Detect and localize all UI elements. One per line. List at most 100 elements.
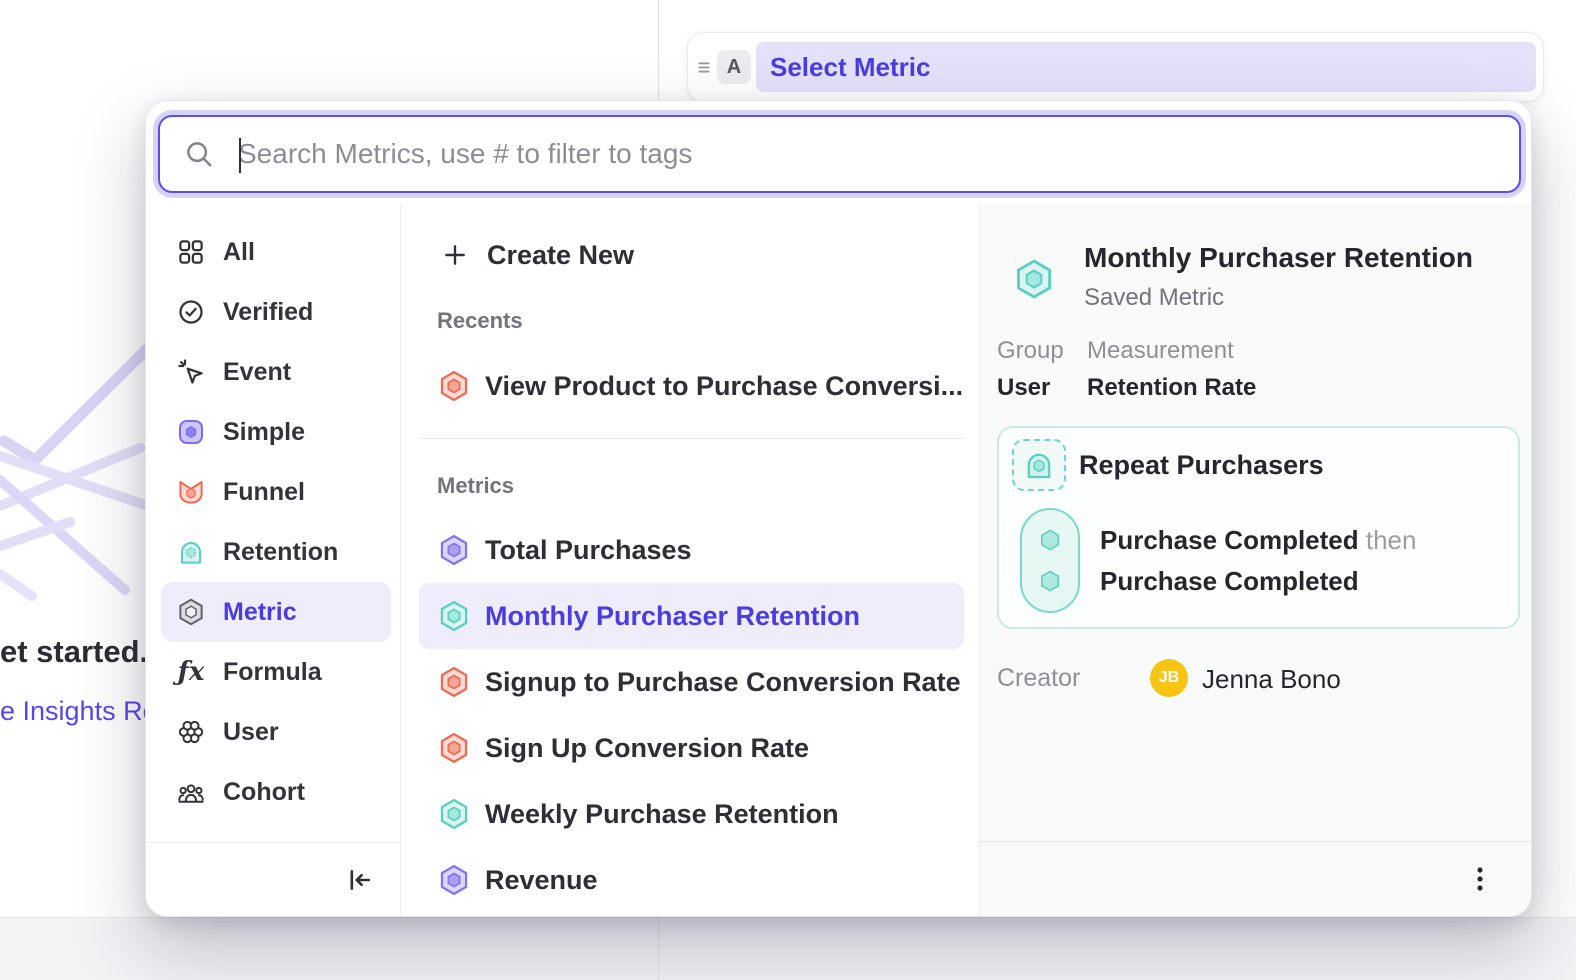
metric-item-total-purchases[interactable]: Total Purchases <box>419 517 964 583</box>
simple-metric-hexagon-icon <box>437 863 471 897</box>
measurement-label: Measurement <box>1087 337 1256 365</box>
sidebar-item-label: Simple <box>223 418 305 447</box>
metric-item-label: Weekly Purchase Retention <box>485 799 839 830</box>
metric-slot-bar: A Select Metric <box>687 32 1544 102</box>
funnel-metric-hexagon-icon <box>437 731 471 765</box>
drag-handle-icon[interactable] <box>693 56 715 78</box>
sidebar-item-retention[interactable]: Retention <box>146 522 400 582</box>
more-options-button[interactable] <box>1465 864 1495 894</box>
retention-step-2: Purchase Completed <box>1100 566 1359 597</box>
funnel-metric-icon <box>176 477 206 507</box>
text-caret <box>239 138 241 173</box>
creator-label: Creator <box>997 664 1080 693</box>
background-link-fragment[interactable]: e Insights Re <box>0 696 158 727</box>
search-bar <box>158 115 1521 193</box>
sidebar-footer <box>146 842 400 916</box>
retention-definition-icon <box>1012 439 1066 491</box>
step-hexagon-icon <box>1037 568 1063 594</box>
metric-item-label: Total Purchases <box>485 535 692 566</box>
detail-properties: Group User Measurement Retention Rate <box>997 337 1256 402</box>
retention-steps-pill <box>1020 508 1080 613</box>
metric-item-monthly-purchaser-retention[interactable]: Monthly Purchaser Retention <box>419 583 964 649</box>
metric-picker-modal: All Verified Event <box>145 100 1532 917</box>
background-heading-fragment: et started. <box>0 634 148 670</box>
metric-list: Create New Recents View Product to Purch… <box>402 204 980 916</box>
formula-icon: ƒx <box>176 657 206 687</box>
metric-item-signup-to-purchase-conversion-rate[interactable]: Signup to Purchase Conversion Rate <box>419 649 964 715</box>
measurement-value: Retention Rate <box>1087 374 1256 402</box>
sidebar-item-simple[interactable]: Simple <box>146 402 400 462</box>
sidebar-item-formula[interactable]: ƒx Formula <box>146 642 400 702</box>
create-new-button[interactable]: Create New <box>419 225 964 285</box>
metric-item-revenue[interactable]: Revenue <box>419 847 964 913</box>
grid-icon <box>176 237 206 267</box>
metric-item-label: Revenue <box>485 865 598 896</box>
create-new-label: Create New <box>487 240 634 271</box>
recent-item-label: View Product to Purchase Conversi... <box>485 371 963 402</box>
metric-item-label: Signup to Purchase Conversion Rate <box>485 667 961 698</box>
select-metric-pill[interactable]: Select Metric <box>756 42 1536 92</box>
sidebar-item-event[interactable]: Event <box>146 342 400 402</box>
metric-item-weekly-purchase-retention[interactable]: Weekly Purchase Retention <box>419 781 964 847</box>
sidebar-item-user[interactable]: User <box>146 702 400 762</box>
funnel-metric-hexagon-icon <box>437 369 471 403</box>
sidebar-item-funnel[interactable]: Funnel <box>146 462 400 522</box>
metric-detail-panel: Monthly Purchaser Retention Saved Metric… <box>980 204 1531 916</box>
select-metric-label: Select Metric <box>770 52 930 83</box>
sidebar-item-verified[interactable]: Verified <box>146 282 400 342</box>
retention-metric-hexagon-icon <box>1012 257 1056 301</box>
recent-item-view-product[interactable]: View Product to Purchase Conversi... <box>419 353 964 419</box>
simple-metric-hexagon-icon <box>437 533 471 567</box>
creator-name: Jenna Bono <box>1202 664 1341 695</box>
definition-name: Repeat Purchasers <box>1079 450 1324 481</box>
page: et started. e Insights Re A Select Metri… <box>0 0 1576 980</box>
sidebar-item-label: All <box>223 238 255 267</box>
funnel-metric-hexagon-icon <box>437 665 471 699</box>
user-cluster-icon <box>176 717 206 747</box>
detail-footer <box>980 841 1531 916</box>
verified-badge-icon <box>176 297 206 327</box>
metric-item-label: Sign Up Conversion Rate <box>485 733 809 764</box>
sidebar-item-cohort[interactable]: Cohort <box>146 762 400 822</box>
list-divider <box>419 438 964 439</box>
simple-metric-icon <box>176 417 206 447</box>
sidebar-item-label: Cohort <box>223 778 305 807</box>
step-hexagon-icon <box>1037 527 1063 553</box>
retention-step-1: Purchase Completed then <box>1100 525 1416 556</box>
metrics-section-label: Metrics <box>437 473 514 499</box>
detail-title: Monthly Purchaser Retention <box>1084 242 1473 274</box>
plus-icon <box>442 242 468 268</box>
sidebar-item-label: User <box>223 718 279 747</box>
sidebar-item-label: Funnel <box>223 478 305 507</box>
sidebar-item-label: Event <box>223 358 291 387</box>
search-icon <box>184 139 214 169</box>
collapse-sidebar-button[interactable] <box>346 866 374 894</box>
event-cursor-icon <box>176 357 206 387</box>
filter-sidebar: All Verified Event <box>146 204 401 916</box>
step-connector: then <box>1366 525 1417 555</box>
metric-item-label: Monthly Purchaser Retention <box>485 601 860 632</box>
sidebar-item-metric[interactable]: Metric <box>161 582 391 642</box>
sidebar-item-label: Verified <box>223 298 313 327</box>
background-footer <box>0 917 1576 980</box>
step-event: Purchase Completed <box>1100 566 1359 596</box>
creator-avatar: JB <box>1150 659 1188 697</box>
group-value: User <box>997 374 1087 402</box>
group-label: Group <box>997 337 1087 365</box>
sidebar-item-all[interactable]: All <box>146 222 400 282</box>
metric-definition-card: Repeat Purchasers Purchase Completed the… <box>997 426 1520 629</box>
retention-metric-icon <box>176 537 206 567</box>
series-a-badge: A <box>717 50 751 84</box>
creator-row: Creator JB Jenna Bono <box>997 659 1517 697</box>
metric-item-sign-up-conversion-rate[interactable]: Sign Up Conversion Rate <box>419 715 964 781</box>
retention-metric-hexagon-icon <box>437 797 471 831</box>
search-input[interactable] <box>236 137 1519 171</box>
recents-section-label: Recents <box>437 308 523 334</box>
detail-type-label: Saved Metric <box>1084 284 1224 312</box>
sidebar-item-label: Metric <box>223 598 297 627</box>
step-event: Purchase Completed <box>1100 525 1359 555</box>
metric-hexagon-icon <box>176 597 206 627</box>
sidebar-item-label: Formula <box>223 658 322 687</box>
sidebar-item-label: Retention <box>223 538 338 567</box>
retention-metric-hexagon-icon <box>437 599 471 633</box>
